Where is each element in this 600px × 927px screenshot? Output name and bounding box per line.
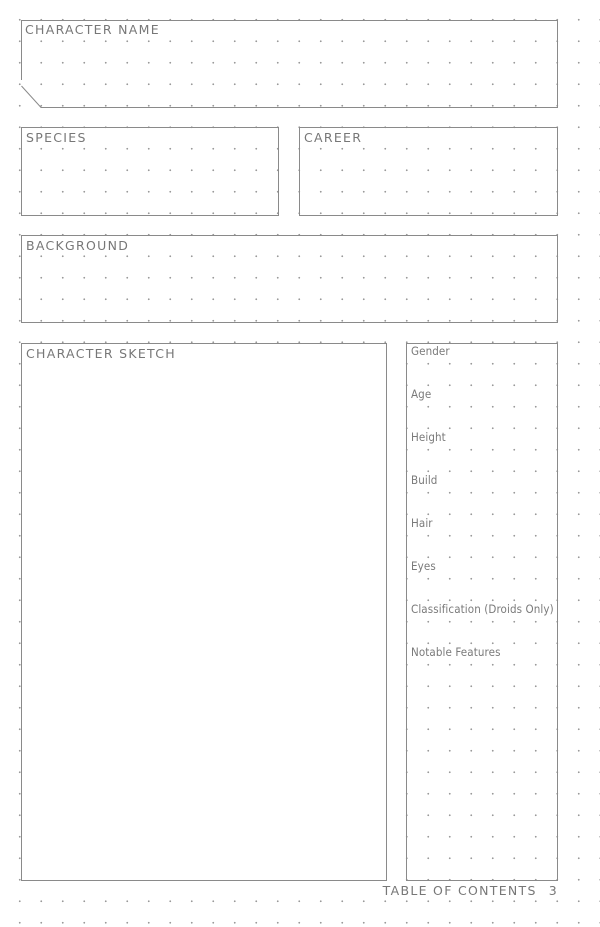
attributes-panel: Gender Age Height Build Hair Eyes Classi… (406, 343, 558, 881)
attribute-height-label: Height (411, 430, 446, 444)
species-label: SPECIES (26, 130, 87, 145)
career-label: CAREER (304, 130, 363, 145)
page-number: 3 (548, 883, 558, 898)
attribute-eyes-label: Eyes (411, 559, 436, 573)
species-field[interactable]: SPECIES (21, 127, 279, 216)
background-field[interactable]: BACKGROUND (21, 235, 558, 323)
attribute-hair-label: Hair (411, 516, 433, 530)
attribute-gender-label: Gender (411, 344, 450, 358)
attribute-age-label: Age (411, 387, 432, 401)
attribute-notable-features-label: Notable Features (411, 645, 501, 659)
character-name-label: CHARACTER NAME (25, 22, 160, 37)
page-footer: TABLE OF CONTENTS 3 (383, 883, 558, 898)
character-sketch-area[interactable]: CHARACTER SKETCH (21, 343, 387, 881)
table-of-contents-link[interactable]: TABLE OF CONTENTS (383, 883, 537, 898)
attribute-build-label: Build (411, 473, 438, 487)
character-sketch-label: CHARACTER SKETCH (26, 346, 176, 361)
background-label: BACKGROUND (26, 238, 130, 253)
career-field[interactable]: CAREER (299, 127, 558, 216)
character-name-field[interactable]: CHARACTER NAME (21, 20, 558, 108)
attribute-classification-label: Classification (Droids Only) (411, 602, 554, 616)
